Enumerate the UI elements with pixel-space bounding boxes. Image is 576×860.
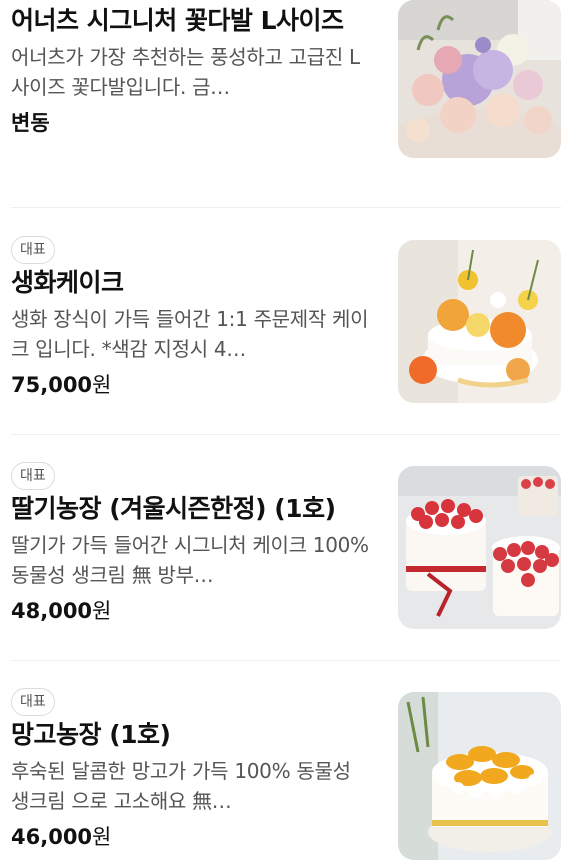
product-item-flower-cake[interactable]: 대표 생화케이크 생화 장식이 가득 들어간 1:1 주문제작 케이크 입니다.… [11, 222, 561, 418]
price-value: 48,000 [11, 599, 93, 623]
product-image-flower-cake[interactable] [398, 240, 561, 403]
product-info: 딸기농장 (겨울시즌한정) (1호) 딸기가 가득 들어간 시그니처 케이크 1… [11, 492, 373, 626]
product-title: 어너츠 시그니처 꽃다발 L사이즈 [11, 6, 344, 35]
divider [11, 434, 561, 435]
product-description: 후숙된 달콤한 망고가 가득 100% 동물성 생크림 으로 고소해요 無… [11, 759, 351, 813]
mango-cake-photo-icon [398, 692, 561, 860]
product-list: 어너츠 시그니처 꽃다발 L사이즈 어너츠가 가장 추천하는 풍성하고 고급진 … [0, 0, 576, 860]
featured-badge: 대표 [11, 688, 55, 716]
product-description: 생화 장식이 가득 들어간 1:1 주문제작 케이크 입니다. *색감 지정시 … [11, 307, 369, 361]
product-description: 어너츠가 가장 추천하는 풍성하고 고급진 L사이즈 꽃다발입니다. 금… [11, 45, 360, 99]
product-price: 48,000원 [11, 596, 373, 626]
product-info: 생화케이크 생화 장식이 가득 들어간 1:1 주문제작 케이크 입니다. *색… [11, 266, 373, 400]
product-title: 딸기농장 (겨울시즌한정) (1호) [11, 494, 336, 523]
price-currency: 원 [92, 825, 112, 849]
price-value: 75,000 [11, 373, 93, 397]
product-image-bouquet[interactable] [398, 0, 561, 158]
product-price: 변동 [11, 108, 373, 138]
product-item-strawberry-cake[interactable]: 대표 딸기농장 (겨울시즌한정) (1호) 딸기가 가득 들어간 시그니처 케이… [11, 448, 561, 644]
product-info: 망고농장 (1호) 후숙된 달콤한 망고가 가득 100% 동물성 생크림 으로… [11, 718, 373, 852]
product-description: 딸기가 가득 들어간 시그니처 케이크 100% 동물성 생크림 無 방부… [11, 533, 369, 587]
product-price: 75,000원 [11, 370, 373, 400]
price-currency: 원 [92, 373, 112, 397]
featured-badge: 대표 [11, 236, 55, 264]
product-image-mango-cake[interactable] [398, 692, 561, 860]
divider [11, 207, 561, 208]
product-item-bouquet[interactable]: 어너츠 시그니처 꽃다발 L사이즈 어너츠가 가장 추천하는 풍성하고 고급진 … [11, 0, 561, 192]
price-currency: 원 [92, 599, 112, 623]
product-title: 생화케이크 [11, 268, 124, 297]
featured-badge: 대표 [11, 462, 55, 490]
divider [11, 660, 561, 661]
strawberry-cake-photo-icon [398, 466, 561, 629]
bouquet-photo-icon [398, 0, 561, 158]
price-value: 46,000 [11, 825, 93, 849]
product-price: 46,000원 [11, 822, 373, 852]
product-title: 망고농장 (1호) [11, 720, 171, 749]
price-value: 변동 [11, 111, 50, 135]
product-info: 어너츠 시그니처 꽃다발 L사이즈 어너츠가 가장 추천하는 풍성하고 고급진 … [11, 4, 373, 138]
product-item-mango-cake[interactable]: 대표 망고농장 (1호) 후숙된 달콤한 망고가 가득 100% 동물성 생크림… [11, 674, 561, 860]
product-image-strawberry-cake[interactable] [398, 466, 561, 629]
flower-cake-photo-icon [398, 240, 561, 403]
